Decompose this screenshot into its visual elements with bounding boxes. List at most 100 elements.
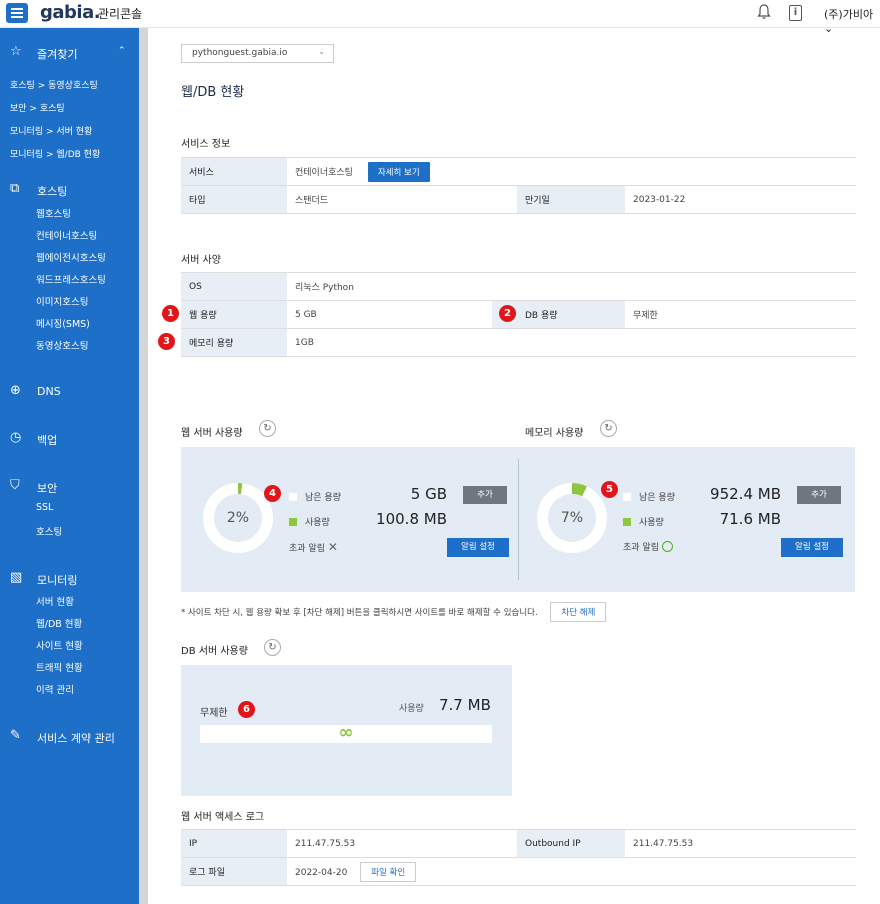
refresh-icon[interactable]: ↻ — [600, 420, 617, 437]
server-spec-table: OS 리눅스 Python 웹 용량 5 GB DB 용량 무제한 메모리 용량… — [181, 272, 856, 357]
server-spec-title: 서버 사양 — [181, 255, 221, 266]
web-capacity-value: 5 GB — [287, 300, 492, 329]
ip-label: IP — [181, 829, 287, 858]
web-usage-percent: 2% — [214, 494, 262, 542]
sidebar-hosting-label: 호스팅 — [37, 185, 68, 198]
os-value: 리눅스 Python — [287, 272, 856, 301]
os-label: OS — [181, 272, 287, 301]
marker-3: 3 — [158, 333, 175, 350]
used-swatch — [289, 518, 297, 526]
db-usage-bar: ∞ — [200, 722, 492, 743]
expire-label: 만기일 — [517, 185, 625, 214]
sidebar: ☆ 즐겨찾기 ⌃ 호스팅 > 동영상호스팅 보안 > 호스팅 모니터링 > 서버… — [0, 28, 139, 904]
sidebar-favorites-label: 즐겨찾기 — [37, 48, 78, 61]
sidebar-security-label: 보안 — [37, 482, 58, 495]
console-label: 관리콘솔 — [98, 7, 143, 21]
refresh-icon[interactable]: ↻ — [264, 639, 281, 656]
marker-2: 2 — [499, 305, 516, 322]
favorite-item[interactable]: 호스팅 > 동영상호스팅 — [10, 78, 98, 91]
file-check-button[interactable]: 파일 확인 — [360, 861, 417, 882]
sidebar-contract-label: 서비스 계약 관리 — [37, 732, 115, 745]
main-content: pythonguest.gabia.io ⌄ 웹/DB 현황 서비스 정보 서비… — [148, 28, 880, 904]
sidebar-scrollbar[interactable] — [139, 28, 148, 904]
db-limit-label: 무제한 — [200, 708, 228, 719]
sidebar-item-site-status[interactable]: 사이트 현황 — [36, 638, 83, 652]
favorite-item[interactable]: 모니터링 > 서버 현황 — [10, 124, 92, 137]
user-menu[interactable]: (주)가비아 ⌄ — [824, 6, 880, 35]
web-over-alert: 초과 알림 ✕ — [289, 540, 338, 554]
expire-value: 2023-01-22 — [625, 185, 856, 214]
access-log-table: IP 211.47.75.53 Outbound IP 211.47.75.53… — [181, 829, 856, 886]
favorite-item[interactable]: 보안 > 호스팅 — [10, 101, 65, 114]
star-icon: ☆ — [10, 44, 22, 59]
gabia-logo[interactable]: gabia. — [40, 2, 101, 23]
db-usage-panel: 무제한 6 사용량 7.7 MB ∞ — [181, 665, 512, 796]
memory-add-button[interactable]: 추가 — [797, 486, 841, 504]
sidebar-dns-label: DNS — [37, 385, 61, 398]
memory-over-alert: 초과 알림 — [623, 540, 673, 553]
page-title: 웹/DB 현황 — [181, 85, 245, 100]
bell-icon[interactable] — [756, 4, 772, 22]
domain-select-value: pythonguest.gabia.io — [192, 48, 288, 58]
web-add-button[interactable]: 추가 — [463, 486, 507, 504]
sidebar-item-web-hosting[interactable]: 웹호스팅 — [36, 206, 71, 220]
unblock-button[interactable]: 차단 해제 — [550, 602, 607, 622]
hosting-icon: ⧉ — [10, 181, 20, 196]
user-name: (주)가비아 — [824, 8, 874, 21]
web-used-label: 사용량 — [305, 518, 330, 528]
marker-4: 4 — [264, 485, 281, 502]
marker-6: 6 — [238, 701, 255, 718]
chevron-down-icon: ⌄ — [318, 47, 325, 56]
sidebar-item-image-hosting[interactable]: 이미지호스팅 — [36, 294, 88, 308]
refresh-icon[interactable]: ↻ — [259, 420, 276, 437]
web-usage-donut: 2% — [203, 483, 273, 553]
web-over-label: 초과 알림 — [289, 544, 325, 554]
memory-capacity-label: 메모리 용량 — [181, 328, 287, 357]
db-used-value: 7.7 MB — [439, 696, 491, 714]
memory-capacity-value: 1GB — [287, 328, 856, 357]
hamburger-menu-icon[interactable] — [6, 3, 28, 23]
sidebar-item-container-hosting[interactable]: 컨테이너호스팅 — [36, 228, 97, 242]
info-icon[interactable]: i — [789, 5, 802, 21]
memory-remain-value: 952.4 MB — [710, 485, 781, 503]
domain-select[interactable]: pythonguest.gabia.io ⌄ — [181, 44, 334, 63]
service-value-cell: 컨테이너호스팅 자세히 보기 — [287, 157, 856, 186]
type-label: 타입 — [181, 185, 287, 214]
panel-divider — [518, 459, 519, 580]
db-usage-title: DB 서버 사용량 — [181, 646, 248, 657]
globe-icon: ⊕ — [10, 383, 21, 398]
service-value: 컨테이너호스팅 — [295, 167, 353, 178]
memory-alarm-settings-button[interactable]: 알림 설정 — [781, 538, 843, 557]
sidebar-item-sms[interactable]: 메시징(SMS) — [36, 316, 90, 330]
memory-remain-label: 남은 용량 — [639, 493, 675, 503]
marker-1: 1 — [162, 305, 179, 322]
memory-used-label: 사용량 — [639, 518, 664, 528]
top-header: gabia. 관리콘솔 i (주)가비아 ⌄ — [0, 0, 880, 35]
web-alarm-settings-button[interactable]: 알림 설정 — [447, 538, 509, 557]
sidebar-item-history[interactable]: 이력 관리 — [36, 682, 74, 696]
sidebar-item-web-db-status[interactable]: 웹/DB 현황 — [36, 616, 82, 630]
service-info-table: 서비스 컨테이너호스팅 자세히 보기 타입 스탠더드 만기일 2023-01-2… — [181, 157, 856, 214]
favorite-item[interactable]: 모니터링 > 웹/DB 현황 — [10, 147, 100, 160]
service-label: 서비스 — [181, 157, 287, 186]
memory-over-label: 초과 알림 — [623, 543, 659, 553]
web-remain-label: 남은 용량 — [305, 493, 341, 503]
log-file-label: 로그 파일 — [181, 857, 287, 886]
sidebar-item-security-hosting[interactable]: 호스팅 — [36, 524, 62, 538]
unblock-note-text: * 사이트 차단 시, 웹 용량 확보 후 [차단 해제] 버튼을 클릭하시면 … — [181, 608, 538, 618]
sidebar-item-traffic-status[interactable]: 트래픽 현황 — [36, 660, 83, 674]
web-used-value: 100.8 MB — [376, 510, 447, 528]
memory-used-legend: 사용량 — [623, 515, 664, 528]
sidebar-item-ssl[interactable]: SSL — [36, 502, 53, 513]
sidebar-item-video-hosting[interactable]: 동영상호스팅 — [36, 338, 88, 352]
sidebar-item-wordpress-hosting[interactable]: 워드프레스호스팅 — [36, 272, 106, 286]
sidebar-item-server-status[interactable]: 서버 현황 — [36, 594, 74, 608]
web-remain-value: 5 GB — [410, 485, 447, 503]
memory-remain-legend: 남은 용량 — [623, 490, 675, 503]
chevron-up-icon[interactable]: ⌃ — [118, 46, 126, 56]
web-remain-legend: 남은 용량 — [289, 490, 341, 503]
x-icon: ✕ — [327, 540, 338, 554]
usage-panel: 2% 4 남은 용량 사용량 초과 알림 ✕ 5 GB 100.8 MB 추가 … — [181, 447, 855, 592]
detail-view-button[interactable]: 자세히 보기 — [367, 161, 430, 182]
sidebar-item-agency-hosting[interactable]: 웹에이전시호스팅 — [36, 250, 106, 264]
